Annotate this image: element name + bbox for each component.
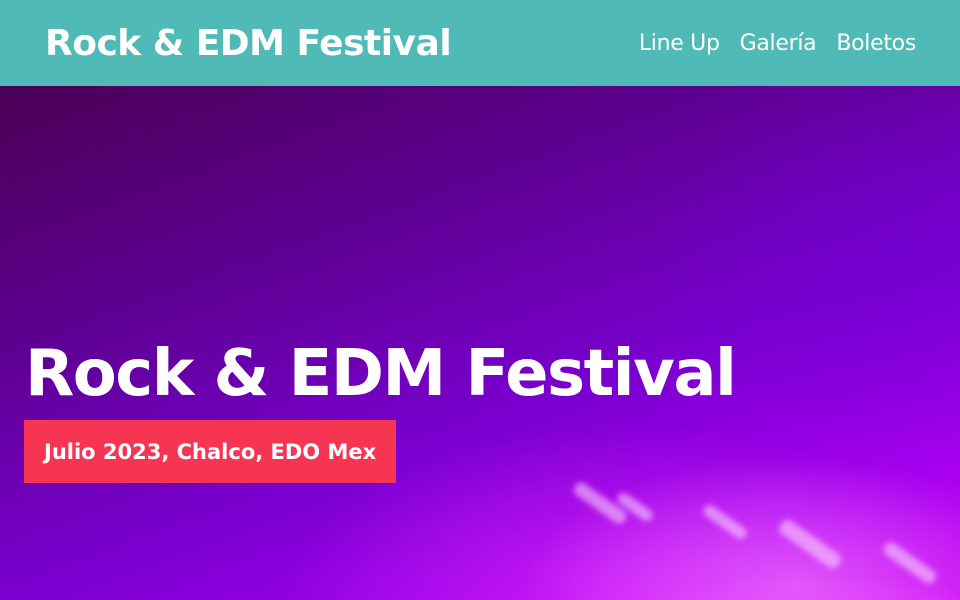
main-nav: Line Up Galería Boletos [639,31,916,56]
hero-section: Rock & EDM Festival Julio 2023, Chalco, … [0,86,960,600]
hero-title: Rock & EDM Festival [25,337,737,411]
site-header: Rock & EDM Festival Line Up Galería Bole… [0,0,960,86]
nav-link-line-up[interactable]: Line Up [639,31,720,56]
site-logo[interactable]: Rock & EDM Festival [45,23,452,64]
nav-link-galeria[interactable]: Galería [740,31,817,56]
event-date-location-badge: Julio 2023, Chalco, EDO Mex [24,420,397,483]
nav-link-boletos[interactable]: Boletos [836,31,916,56]
